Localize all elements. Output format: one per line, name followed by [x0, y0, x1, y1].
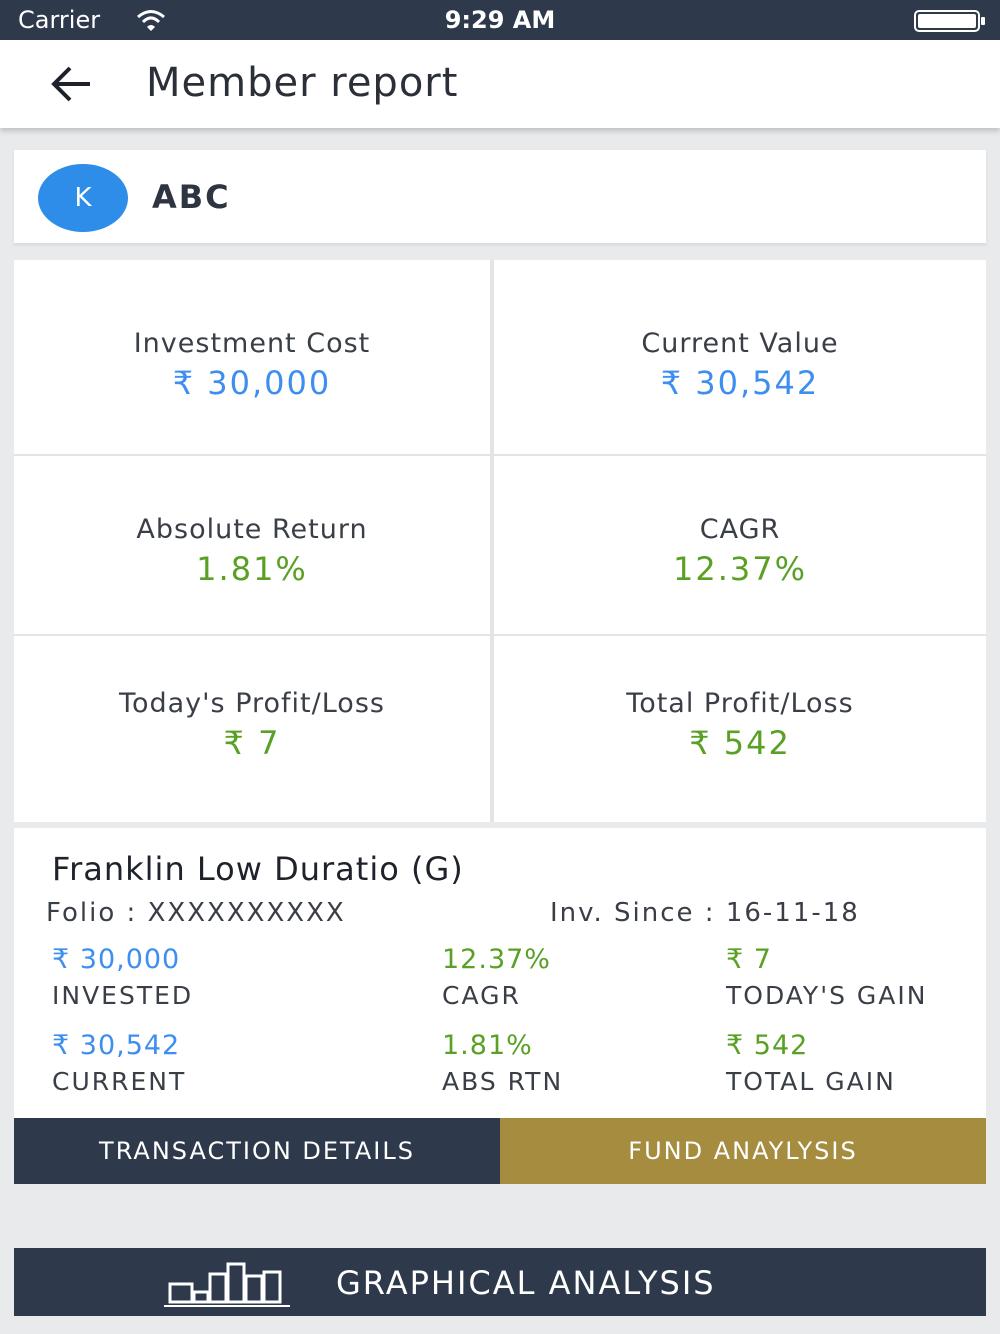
abs-rtn-value: 1.81% — [442, 1030, 533, 1061]
clock: 9:29 AM — [444, 6, 556, 34]
abs-rtn-label: ABS RTN — [442, 1067, 564, 1096]
todays-pl-label: Today's Profit/Loss — [119, 688, 385, 719]
invested-value: ₹ 30,000 — [52, 944, 181, 975]
current-value-cell: Current Value ₹ 30,542 — [494, 260, 986, 454]
todays-pl-value: ₹ 7 — [223, 724, 281, 762]
bar-chart-icon — [164, 1262, 290, 1307]
investment-since: Inv. Since : 16-11-18 — [550, 898, 860, 928]
avatar: K — [38, 164, 128, 232]
fund-card[interactable]: Franklin Low Duratio (G) Folio : XXXXXXX… — [14, 828, 986, 1118]
investment-cost-cell: Investment Cost ₹ 30,000 — [14, 260, 490, 454]
member-card[interactable]: K ABC — [14, 150, 986, 243]
todays-gain-value: ₹ 7 — [726, 944, 772, 975]
current-value-value: ₹ 30,542 — [660, 364, 820, 402]
total-pl-label: Total Profit/Loss — [626, 688, 854, 719]
current-label: CURRENT — [52, 1067, 187, 1096]
cagr-stat: 12.37% CAGR — [442, 944, 551, 1010]
member-name: ABC — [152, 178, 231, 216]
invested-stat: ₹ 30,000 INVESTED — [52, 944, 193, 1010]
cagr-value: 12.37% — [672, 550, 807, 588]
page-title: Member report — [146, 60, 459, 106]
cagr-cell: CAGR 12.37% — [494, 456, 986, 634]
battery-icon — [914, 10, 985, 32]
total-pl-value: ₹ 542 — [689, 724, 791, 762]
invested-label: INVESTED — [52, 981, 194, 1010]
app-bar: Member report — [0, 40, 1000, 128]
abs-rtn-stat: 1.81% ABS RTN — [442, 1030, 563, 1096]
absolute-return-cell: Absolute Return 1.81% — [14, 456, 490, 634]
fund-actions: TRANSACTION DETAILS FUND ANAYLYSIS — [14, 1118, 986, 1184]
total-gain-stat: ₹ 542 TOTAL GAIN — [726, 1030, 896, 1096]
graphical-analysis-button[interactable]: GRAPHICAL ANALYSIS — [14, 1248, 986, 1316]
fund-cagr-label: CAGR — [442, 981, 521, 1010]
fund-name: Franklin Low Duratio (G) — [52, 850, 464, 888]
summary-grid: Investment Cost ₹ 30,000 Current Value ₹… — [14, 260, 986, 822]
todays-gain-stat: ₹ 7 TODAY'S GAIN — [726, 944, 927, 1010]
todays-gain-label: TODAY'S GAIN — [726, 981, 928, 1010]
total-gain-value: ₹ 542 — [726, 1030, 809, 1061]
current-value-label: Current Value — [641, 328, 839, 359]
folio-number: Folio : XXXXXXXXXX — [46, 898, 346, 928]
fund-analysis-button[interactable]: FUND ANAYLYSIS — [500, 1118, 986, 1184]
total-gain-label: TOTAL GAIN — [726, 1067, 896, 1096]
absolute-return-label: Absolute Return — [136, 514, 368, 545]
status-bar: Carrier 9:29 AM — [0, 0, 1000, 40]
fund-cagr-value: 12.37% — [442, 944, 551, 975]
absolute-return-value: 1.81% — [196, 550, 308, 588]
investment-cost-value: ₹ 30,000 — [172, 364, 332, 402]
cagr-label: CAGR — [699, 514, 781, 545]
total-pl-cell: Total Profit/Loss ₹ 542 — [494, 636, 986, 822]
back-arrow-icon[interactable] — [48, 62, 94, 106]
todays-pl-cell: Today's Profit/Loss ₹ 7 — [14, 636, 490, 822]
transaction-details-button[interactable]: TRANSACTION DETAILS — [14, 1118, 500, 1184]
investment-cost-label: Investment Cost — [133, 328, 371, 359]
graphical-analysis-label: GRAPHICAL ANALYSIS — [336, 1264, 716, 1302]
current-value: ₹ 30,542 — [52, 1030, 181, 1061]
current-stat: ₹ 30,542 CURRENT — [52, 1030, 186, 1096]
